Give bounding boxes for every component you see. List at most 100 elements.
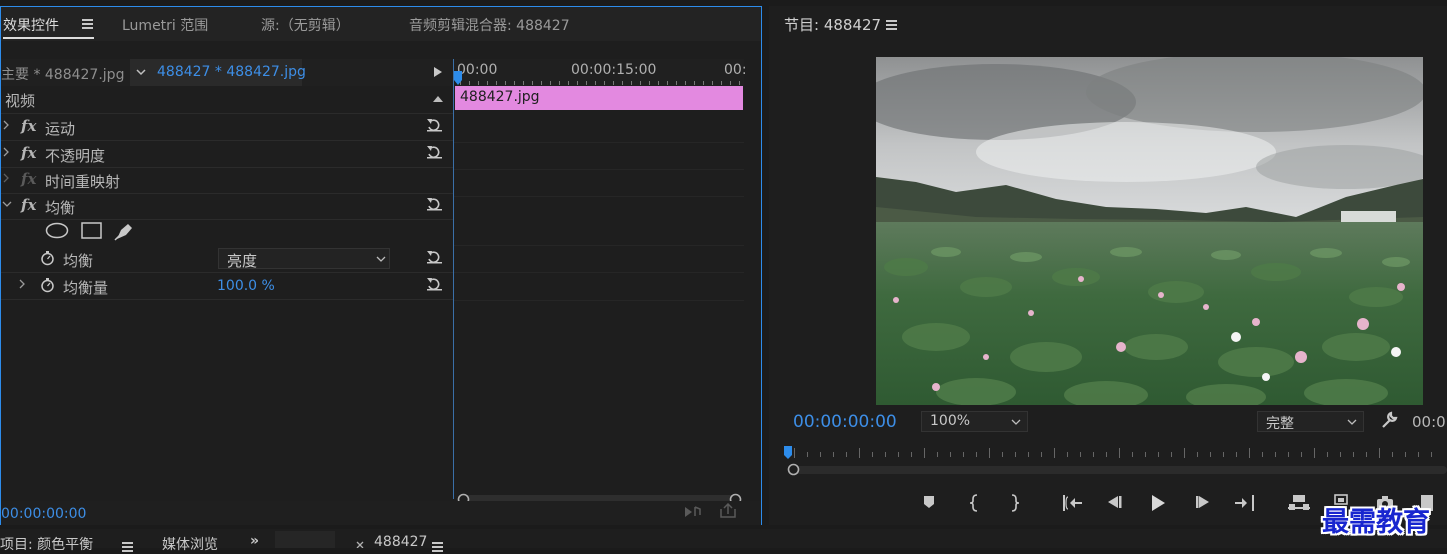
chevron-right-icon[interactable] — [3, 120, 9, 130]
panel-menu-icon[interactable] — [82, 19, 93, 31]
mark-in-icon[interactable] — [969, 494, 979, 512]
fx-badge-icon: fx — [21, 170, 37, 188]
chevron-down-icon[interactable] — [2, 201, 12, 207]
param-label-equalize: 均衡 — [63, 252, 94, 270]
fx-badge-icon[interactable]: fx — [21, 196, 36, 214]
playback-resolution-value: 完整 — [1266, 416, 1294, 432]
panel-menu-icon[interactable] — [122, 542, 133, 554]
ruler-tick — [469, 81, 470, 85]
video-section-header: 视频 — [1, 87, 453, 114]
chevron-right-icon[interactable] — [3, 147, 9, 157]
program-zoom-scrollbar[interactable] — [788, 466, 1447, 474]
tab-lumetri-scopes[interactable]: Lumetri 范围 — [122, 15, 208, 35]
ruler-tick — [721, 81, 722, 85]
step-forward-icon[interactable] — [1194, 494, 1212, 510]
ruler-tick — [703, 81, 704, 85]
ruler-tick — [1028, 452, 1029, 457]
bottom-panel-tabs: 项目: 颜色平衡 媒体浏览 » 488427 — [0, 529, 1447, 553]
ruler-tick — [1405, 452, 1406, 457]
ruler-tick — [1431, 452, 1432, 457]
playhead-icon[interactable] — [784, 446, 792, 460]
source-clip-selector[interactable]: 488427 * 488427.jpg — [130, 59, 306, 86]
zoom-level-value: 100% — [930, 413, 971, 429]
tab-audio-clip-mixer[interactable]: 音频剪辑混合器: 488427 — [409, 15, 570, 35]
reset-icon[interactable] — [426, 145, 443, 159]
stopwatch-icon[interactable] — [40, 277, 55, 293]
go-to-in-icon[interactable] — [1061, 494, 1083, 512]
effect-timeline: 00:00 00:00:15:00 00: 488427.jpg — [453, 59, 747, 506]
ruler-tick — [1145, 452, 1146, 457]
ruler-tick — [963, 452, 964, 457]
wrench-icon[interactable] — [1380, 411, 1398, 429]
effect-label-opacity: 不透明度 — [45, 147, 106, 165]
reset-icon[interactable] — [426, 197, 443, 211]
ruler-tick — [1080, 452, 1081, 457]
program-time-ruler[interactable] — [784, 446, 1447, 476]
playhead-icon[interactable] — [454, 71, 462, 86]
play-icon[interactable] — [1149, 494, 1167, 512]
ruler-tick — [505, 81, 506, 85]
source-master-label[interactable]: 主要 * 488427.jpg — [1, 64, 124, 84]
zoom-level-dropdown[interactable]: 100% — [921, 411, 1028, 432]
fx-badge-icon[interactable]: fx — [21, 144, 36, 162]
effect-row-opacity[interactable]: fx 不透明度 — [1, 141, 453, 168]
amount-value[interactable]: 100.0 % — [217, 278, 275, 294]
equalize-mode-dropdown[interactable]: 亮度 — [218, 248, 390, 270]
step-back-icon[interactable] — [1105, 494, 1123, 510]
rectangle-mask-icon[interactable] — [81, 222, 103, 240]
ruler-tick — [898, 452, 899, 457]
ellipse-mask-icon[interactable] — [45, 222, 69, 239]
ruler-time-mid: 00:00:15:00 — [571, 62, 657, 78]
tab-effect-controls[interactable]: 效果控件 — [3, 15, 59, 35]
go-to-out-icon[interactable] — [1234, 494, 1256, 512]
empty-panel — [275, 531, 335, 548]
ruler-tick — [1392, 452, 1393, 457]
collapse-up-icon[interactable] — [433, 96, 443, 102]
clip-bar[interactable]: 488427.jpg — [455, 86, 743, 110]
ruler-tick — [514, 81, 515, 85]
stopwatch-icon[interactable] — [40, 250, 55, 266]
ruler-tick — [1366, 452, 1367, 457]
ruler-tick — [613, 81, 614, 85]
playback-resolution-dropdown[interactable]: 完整 — [1257, 411, 1364, 432]
tab-media-browser[interactable]: 媒体浏览 — [162, 534, 218, 554]
effect-row-time-remapping[interactable]: fx 时间重映射 — [1, 167, 453, 194]
ruler-tick — [622, 81, 623, 85]
panel-menu-icon[interactable] — [432, 542, 443, 554]
ruler-tick — [1301, 452, 1302, 457]
current-time-display[interactable]: 00:00:00:00 — [1, 506, 86, 522]
program-monitor-title[interactable]: 节目: 488427 — [784, 14, 881, 35]
clip-bar-label: 488427.jpg — [460, 89, 540, 105]
pen-mask-icon[interactable] — [113, 221, 135, 241]
chevron-right-icon[interactable] — [3, 173, 9, 183]
effect-row-equalize[interactable]: fx 均衡 — [1, 193, 453, 220]
ruler-tick — [859, 448, 860, 458]
chevron-right-icon[interactable] — [19, 279, 25, 289]
tab-project[interactable]: 项目: 颜色平衡 — [0, 534, 93, 554]
audio-play-icon[interactable] — [684, 505, 704, 519]
video-frame[interactable] — [876, 57, 1423, 405]
tab-source[interactable]: 源:（无剪辑） — [261, 15, 350, 35]
ruler-tick — [550, 81, 551, 85]
add-marker-icon[interactable] — [922, 494, 936, 510]
fx-badge-icon[interactable]: fx — [21, 117, 36, 135]
mark-out-icon[interactable] — [1010, 494, 1020, 512]
close-icon[interactable] — [356, 541, 364, 548]
param-row-amount: 均衡量 100.0 % — [1, 273, 453, 300]
reset-icon[interactable] — [426, 250, 443, 264]
reset-icon[interactable] — [426, 277, 443, 291]
lift-icon[interactable] — [1287, 494, 1311, 512]
chevron-down-icon — [136, 69, 146, 76]
panel-tab-bar: 效果控件 Lumetri 范围 源:（无剪辑） 音频剪辑混合器: 488427 — [1, 7, 761, 41]
ruler-tick — [989, 448, 990, 458]
reset-icon[interactable] — [426, 118, 443, 132]
scrollbar-left-handle[interactable] — [787, 463, 800, 476]
effect-row-motion[interactable]: fx 运动 — [1, 114, 453, 141]
play-triangle-icon[interactable] — [434, 67, 442, 77]
more-tabs-icon[interactable]: » — [250, 533, 259, 549]
panel-menu-icon[interactable] — [886, 20, 897, 32]
ruler-tick — [730, 81, 731, 85]
export-icon[interactable] — [719, 503, 737, 519]
ruler-tick — [807, 452, 808, 457]
program-timecode[interactable]: 00:00:00:00 — [793, 412, 897, 432]
